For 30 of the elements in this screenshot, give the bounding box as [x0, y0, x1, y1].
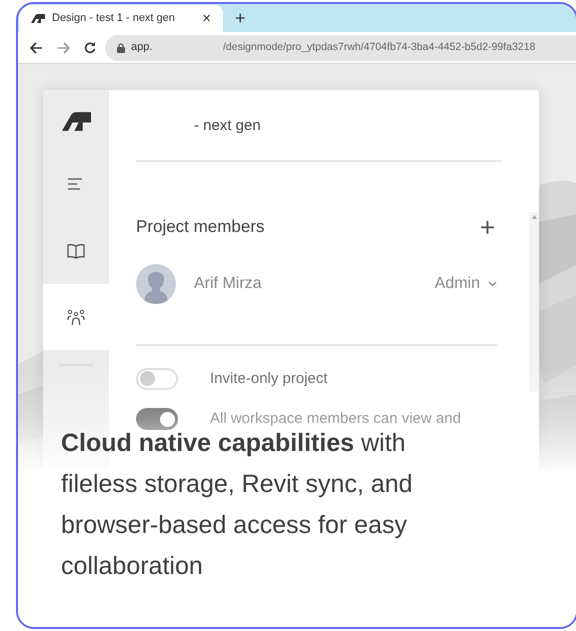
url-host: app. [131, 40, 154, 56]
new-tab-button[interactable]: + [235, 9, 246, 27]
browser-tab[interactable]: Design - test 1 - next gen × [19, 5, 223, 32]
role-dropdown[interactable]: Admin [434, 272, 501, 296]
forward-icon[interactable] [57, 42, 70, 54]
logo-icon [62, 112, 90, 130]
section-title: Project members [136, 216, 264, 238]
reload-icon[interactable] [84, 42, 96, 54]
close-tab-button[interactable]: × [202, 11, 211, 26]
back-icon[interactable] [30, 42, 43, 54]
logo-icon [31, 14, 45, 23]
caption: Cloud native capabilities with fileless storage, Revit sync, and browser-based access for easy collaboration [61, 428, 414, 582]
project-title: - next gen [194, 116, 262, 136]
setting-label: All workspace members can view and [210, 409, 461, 429]
sidebar-item[interactable] [43, 284, 109, 350]
people-icon [67, 308, 85, 326]
member-name: Arif Mirza [194, 274, 263, 294]
address-bar[interactable]: app. /designmode/pro_ytpdas7rwh/4704fb74-3ba4-4452-b5d2-99fa3218 [105, 34, 576, 60]
book-icon [67, 242, 85, 260]
toggle-switch[interactable] [136, 408, 178, 430]
avatar [136, 264, 176, 304]
scrollbar[interactable] [529, 212, 539, 392]
toggle-switch[interactable] [136, 368, 178, 390]
chevron-icon [488, 280, 497, 286]
setting-label: Invite-only project [210, 368, 328, 388]
lock-icon [117, 42, 125, 52]
add-member-button[interactable]: + [480, 214, 495, 240]
tab-title: Design - test 1 - next gen [52, 11, 176, 26]
scroll-up-icon[interactable] [532, 215, 536, 219]
url-path: /designmode/pro_ytpdas7rwh/4704fb74-3ba4-4452-b5d2-99fa3218 [223, 40, 536, 55]
